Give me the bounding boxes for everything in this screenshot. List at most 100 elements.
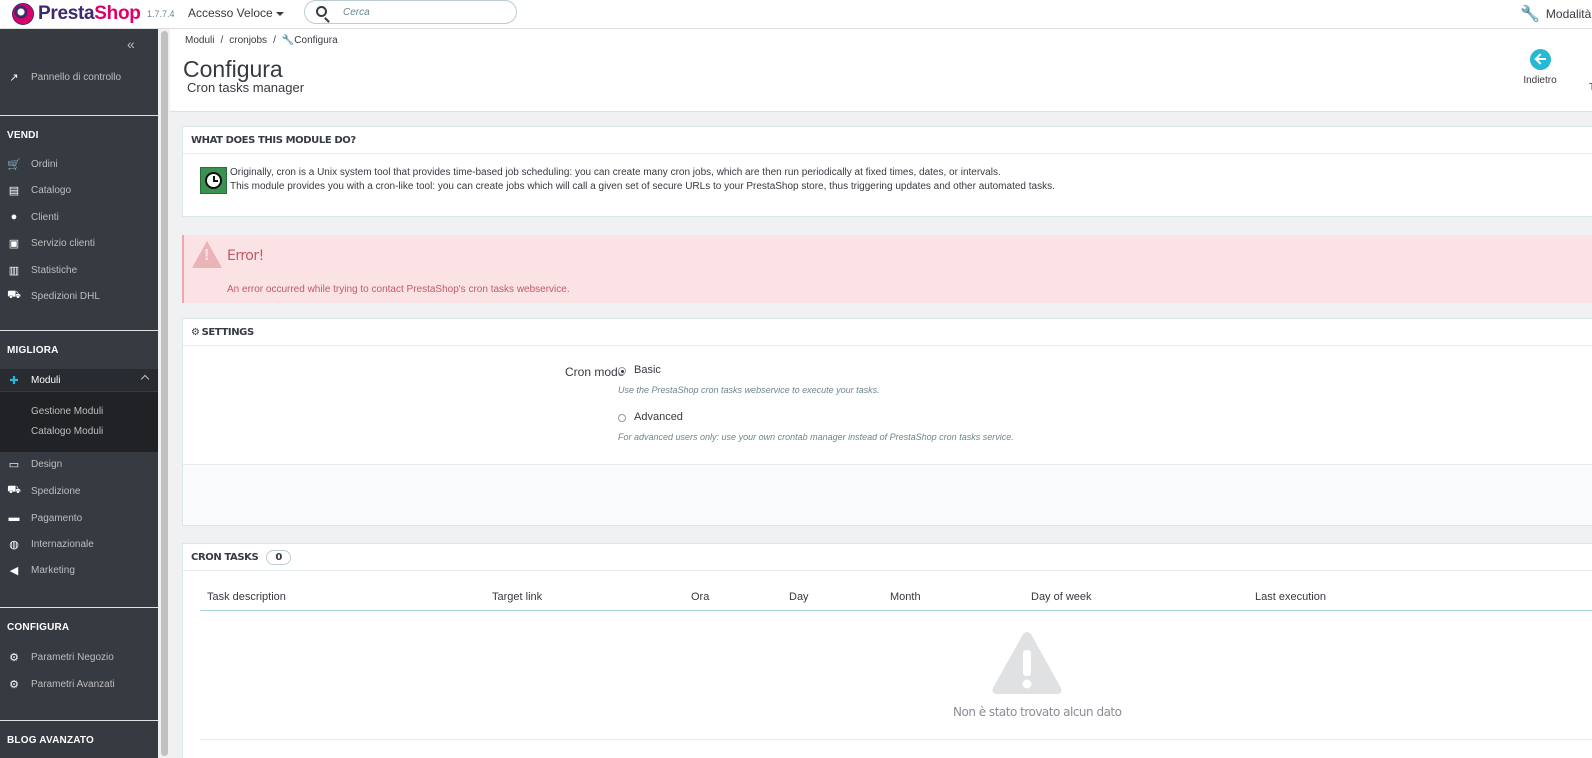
column-header-last-execution: Last execution — [1255, 591, 1326, 603]
page-title: Configura — [183, 56, 283, 82]
advanced-help-text: For advanced users only: use your own cr… — [618, 432, 1014, 442]
breadcrumb-configure: Configura — [294, 35, 338, 46]
caret-down-icon — [275, 11, 284, 16]
store-icon: ▤ — [8, 184, 20, 197]
sidebar-item-modules[interactable]: ✚ Moduli — [0, 369, 158, 391]
main-content: Moduli / cronjobs / 🔧Configura Configura Cro… — [170, 29, 1592, 758]
settings-panel: ⚙ SETTINGS Cron mode Basic Use the Presta… — [182, 318, 1592, 526]
breadcrumb-cronjobs[interactable]: cronjobs — [229, 35, 267, 46]
arrow-left-circle-icon — [1529, 49, 1551, 70]
cron-mode-advanced-label[interactable]: Advanced — [634, 411, 683, 423]
sidebar-subitem-module-manager[interactable]: Gestione Moduli — [31, 406, 103, 417]
sidebar-item-marketing[interactable]: ◀ Marketing — [0, 559, 158, 581]
alert-message: An error occurred while trying to contac… — [227, 284, 570, 295]
cron-mode-basic-label[interactable]: Basic — [634, 364, 661, 376]
table-header-divider — [200, 610, 1592, 611]
basic-help-text: Use the PrestaShop cron tasks webservice… — [618, 385, 880, 395]
prestashop-logo[interactable]: PrestaShop — [12, 3, 141, 25]
account-circle-icon: ● — [10, 211, 18, 223]
sidebar-item-shipping[interactable]: ⛟ Spedizione — [0, 480, 158, 502]
column-header-hour: Ora — [691, 591, 710, 603]
sidebar-item-advanced-parameters[interactable]: ⚙ Parametri Avanzati — [0, 673, 158, 695]
cron-mode-basic-radio[interactable] — [618, 367, 626, 375]
cron-mode-label: Cron mode — [565, 365, 625, 379]
sidebar-item-dhl[interactable]: ⛟ Spedizioni DHL — [0, 285, 158, 307]
credit-card-icon: ▬ — [8, 512, 20, 524]
cron-mode-advanced-radio[interactable] — [618, 414, 626, 422]
search-icon[interactable] — [316, 6, 327, 17]
quick-access-dropdown[interactable]: Accesso Veloce — [188, 6, 284, 20]
bar-chart-icon: ▥ — [8, 264, 20, 277]
info-text-line: Originally, cron is a Unix system tool t… — [230, 167, 1001, 178]
warning-icon — [192, 241, 222, 268]
chat-icon: ▣ — [8, 237, 20, 250]
section-title-sell: VENDI — [7, 130, 39, 141]
desktop-icon: ▭ — [8, 458, 20, 471]
megaphone-icon: ◀ — [9, 564, 19, 577]
globe-icon: ◍ — [9, 538, 19, 551]
sidebar-scrollbar[interactable] — [158, 29, 170, 758]
top-header: PrestaShop 1.7.7.4 Accesso Veloce 🔧 Moda… — [0, 0, 1592, 29]
truck-icon: ⛟ — [7, 289, 21, 301]
info-text-line: This module provides you with a cron-lik… — [230, 181, 1055, 192]
page-subtitle: Cron tasks manager — [187, 80, 305, 95]
sidebar-item-international[interactable]: ◍ Internazionale — [0, 533, 158, 555]
gear-icon: ⚙ — [9, 651, 19, 664]
section-title-blog: BLOG AVANZATO — [7, 735, 95, 746]
panel-heading: ⚙ SETTINGS — [183, 319, 1592, 346]
shopping-basket-icon: 🛒 — [7, 158, 21, 171]
truck-icon: ⛟ — [7, 484, 21, 496]
sidebar-item-customers[interactable]: ● Clienti — [0, 206, 158, 228]
sidebar-divider — [0, 330, 158, 331]
empty-table-message: Non è stato trovato alcun dato — [953, 705, 1122, 719]
sidebar-item-design[interactable]: ▭ Design — [0, 453, 158, 475]
cron-tasks-panel: CRON TASKS 0 Task description Target lin… — [182, 543, 1592, 758]
gear-icon: ⚙ — [191, 326, 200, 338]
search-box — [304, 0, 517, 24]
wrench-icon: 🔧 — [1520, 6, 1540, 23]
sidebar: « ↗ Pannello di controllo VENDI 🛒 Ordini… — [0, 29, 158, 758]
collapse-sidebar-icon[interactable]: « — [127, 36, 135, 52]
panel-footer — [183, 464, 1592, 525]
sidebar-divider — [0, 115, 158, 116]
sidebar-item-payment[interactable]: ▬ Pagamento — [0, 507, 158, 529]
section-title-configure: CONFIGURA — [7, 622, 70, 633]
wrench-icon: 🔧 — [281, 35, 295, 46]
error-alert: Error! An error occurred while trying to… — [182, 235, 1592, 303]
sidebar-item-shop-parameters[interactable]: ⚙ Parametri Negozio — [0, 646, 158, 668]
sidebar-item-dashboard[interactable]: ↗ Pannello di controllo — [0, 66, 158, 88]
column-header-day-of-week: Day of week — [1031, 591, 1092, 603]
scrollbar-thumb[interactable] — [161, 31, 168, 756]
section-title-improve: MIGLIORA — [7, 345, 59, 356]
sidebar-divider — [0, 720, 158, 721]
column-header-day: Day — [789, 591, 809, 603]
sidebar-item-catalog[interactable]: ▤ Catalogo — [0, 179, 158, 201]
table-footer-divider — [200, 739, 1592, 740]
clock-icon — [200, 167, 227, 194]
sidebar-item-customer-service[interactable]: ▣ Servizio clienti — [0, 232, 158, 254]
column-header-target-link: Target link — [492, 591, 543, 603]
alert-title: Error! — [227, 248, 264, 264]
modules-submenu: Gestione Moduli Catalogo Moduli — [0, 392, 158, 452]
settings-box-icon: ⚙ — [9, 678, 19, 691]
sidebar-subitem-module-catalog[interactable]: Catalogo Moduli — [31, 426, 103, 437]
search-input[interactable] — [343, 4, 503, 20]
puzzle-icon: ✚ — [9, 374, 19, 387]
sidebar-item-stats[interactable]: ▥ Statistiche — [0, 259, 158, 281]
maintenance-mode-link[interactable]: 🔧 Modalità — [1520, 4, 1591, 24]
task-count-badge: 0 — [266, 549, 291, 565]
back-button[interactable]: Indietro — [1515, 49, 1565, 86]
column-header-month: Month — [890, 591, 921, 603]
module-info-panel: WHAT DOES THIS MODULE DO? Originally, cr… — [182, 126, 1592, 217]
panel-heading: CRON TASKS 0 — [183, 544, 1592, 571]
breadcrumb: Moduli / cronjobs / 🔧Configura — [185, 35, 338, 46]
column-header-task-description: Task description — [207, 591, 286, 603]
page-header: Moduli / cronjobs / 🔧Configura Configura Cro… — [170, 29, 1592, 112]
sidebar-divider — [0, 607, 158, 608]
trending-up-icon: ↗ — [9, 71, 19, 84]
warning-icon — [992, 632, 1062, 694]
panel-heading: WHAT DOES THIS MODULE DO? — [183, 127, 1592, 154]
breadcrumb-modules[interactable]: Moduli — [185, 35, 214, 46]
prestashop-logo-icon — [12, 3, 34, 25]
sidebar-item-orders[interactable]: 🛒 Ordini — [0, 153, 158, 175]
